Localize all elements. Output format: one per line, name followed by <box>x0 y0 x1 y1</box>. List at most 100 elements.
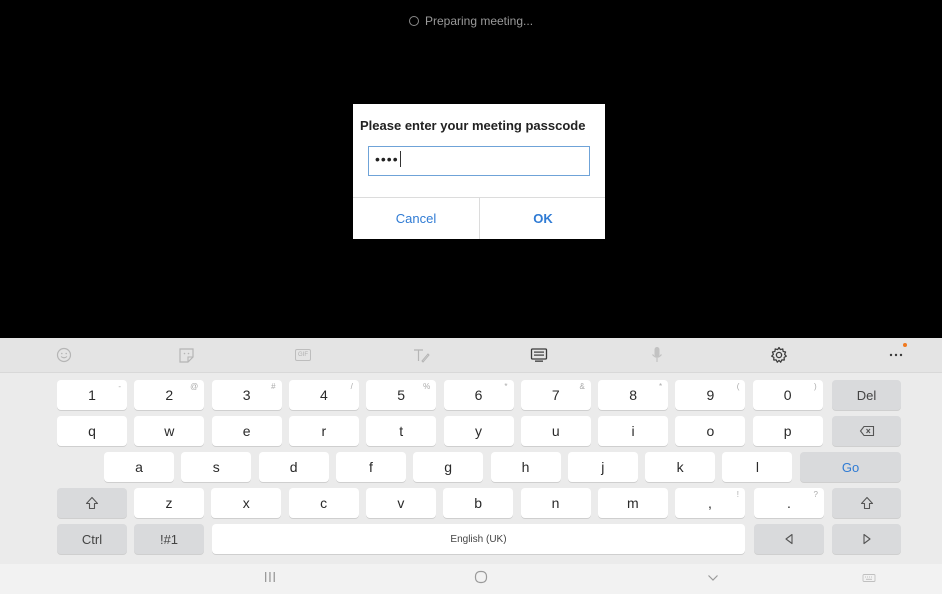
comma-key-label: , <box>708 495 712 511</box>
key-r[interactable]: r <box>288 416 359 446</box>
key-4-label: 4 <box>319 387 328 403</box>
cursor-right-key[interactable] <box>832 524 901 554</box>
cancel-button[interactable]: Cancel <box>353 198 479 239</box>
shift-key-right[interactable] <box>832 488 901 518</box>
key-6[interactable]: 6 * <box>443 380 514 410</box>
key-x-label: x <box>242 495 250 511</box>
settings-icon[interactable] <box>768 345 790 365</box>
keyboard-switch-icon[interactable] <box>862 570 876 586</box>
key-8[interactable]: 8 * <box>598 380 669 410</box>
key-9[interactable]: 9( <box>675 380 746 410</box>
handwriting-icon[interactable] <box>410 345 432 365</box>
key-i-label: i <box>631 423 635 439</box>
del-key[interactable]: Del <box>832 380 901 410</box>
period-key-label: . <box>787 495 791 511</box>
key-1[interactable]: 1- <box>57 380 127 410</box>
keyboard-mode-icon[interactable] <box>528 345 550 365</box>
shift-key-left[interactable] <box>57 488 127 518</box>
key-i[interactable]: i <box>598 416 669 446</box>
key-n[interactable]: n <box>520 488 591 518</box>
key-e-label: e <box>242 423 251 439</box>
key-x[interactable]: x <box>211 488 282 518</box>
microphone-icon[interactable] <box>646 345 668 365</box>
key-o-label: o <box>706 423 715 439</box>
key-3[interactable]: 3 # <box>211 380 282 410</box>
emoji-icon[interactable] <box>53 345 75 365</box>
recent-apps-icon[interactable] <box>264 570 276 586</box>
key-o[interactable]: o <box>675 416 746 446</box>
key-q[interactable]: q <box>57 416 127 446</box>
key-t[interactable]: t <box>366 416 437 446</box>
right-arrow-icon <box>862 533 871 545</box>
ok-button[interactable]: OK <box>480 198 606 239</box>
more-icon[interactable] <box>885 343 907 365</box>
key-2-secondary: @ <box>190 382 199 391</box>
key-y[interactable]: y <box>443 416 514 446</box>
key-8-secondary: * <box>658 382 663 391</box>
key-7[interactable]: 7 & <box>520 380 591 410</box>
key-h-label: h <box>521 459 530 475</box>
sticker-icon[interactable] <box>175 345 197 365</box>
key-2[interactable]: 2 @ <box>134 380 205 410</box>
key-l-label: l <box>755 459 759 475</box>
left-arrow-icon <box>785 533 793 545</box>
key-e[interactable]: e <box>211 416 282 446</box>
key-h[interactable]: h <box>490 452 561 482</box>
navigation-bar <box>0 564 942 594</box>
key-g[interactable]: g <box>413 452 484 482</box>
key-m[interactable]: m <box>597 488 668 518</box>
period-key-secondary: ? <box>813 490 818 499</box>
passcode-input[interactable]: •••• <box>368 146 590 176</box>
key-q-label: q <box>88 423 96 439</box>
gif-icon[interactable]: GIF <box>292 345 314 365</box>
key-y-label: y <box>475 423 482 439</box>
key-j[interactable]: j <box>567 452 638 482</box>
go-key[interactable]: Go <box>800 452 901 482</box>
key-b-label: b <box>474 495 483 511</box>
space-key-label: English (UK) <box>450 533 507 545</box>
symbols-key[interactable]: !#1 <box>134 524 204 554</box>
text-caret <box>399 151 401 167</box>
key-f[interactable]: f <box>335 452 406 482</box>
key-w[interactable]: w <box>134 416 205 446</box>
key-a[interactable]: a <box>104 452 174 482</box>
key-7-label: 7 <box>551 387 560 403</box>
home-icon[interactable] <box>474 570 488 587</box>
key-7-secondary: & <box>579 382 585 391</box>
period-key[interactable]: .? <box>754 488 824 518</box>
key-8-label: 8 <box>629 387 637 403</box>
key-u[interactable]: u <box>520 416 591 446</box>
comma-key[interactable]: ,! <box>675 488 745 518</box>
key-k[interactable]: k <box>645 452 716 482</box>
del-key-label: Del <box>856 387 877 403</box>
key-p[interactable]: p <box>752 416 823 446</box>
key-b[interactable]: b <box>443 488 514 518</box>
key-k-label: k <box>676 459 684 475</box>
cursor-left-key[interactable] <box>754 524 824 554</box>
keyboard-toolbar: GIF <box>0 338 942 373</box>
meeting-view: Preparing meeting... Please enter your m… <box>0 0 942 338</box>
key-l[interactable]: l <box>722 452 793 482</box>
key-0-secondary: ) <box>814 382 817 391</box>
key-z-label: z <box>165 495 173 511</box>
gif-label: GIF <box>295 349 311 361</box>
key-d[interactable]: d <box>258 452 329 482</box>
key-v[interactable]: v <box>365 488 436 518</box>
key-c[interactable]: c <box>288 488 359 518</box>
backspace-icon <box>859 425 874 437</box>
space-key[interactable]: English (UK) <box>212 524 745 554</box>
backspace-key[interactable] <box>832 416 901 446</box>
key-5[interactable]: 5% <box>366 380 437 410</box>
key-z[interactable]: z <box>134 488 204 518</box>
hide-keyboard-icon[interactable] <box>707 570 719 586</box>
key-0[interactable]: 0) <box>752 380 823 410</box>
key-4[interactable]: 4/ <box>288 380 359 410</box>
key-r-label: r <box>321 423 327 439</box>
key-s[interactable]: s <box>181 452 252 482</box>
ctrl-key-label: Ctrl <box>81 531 103 547</box>
key-9-label: 9 <box>706 387 715 403</box>
passcode-dialog: Please enter your meeting passcode •••• … <box>353 104 605 239</box>
key-d-label: d <box>289 459 298 475</box>
key-1-secondary: - <box>118 382 121 391</box>
ctrl-key[interactable]: Ctrl <box>57 524 127 554</box>
